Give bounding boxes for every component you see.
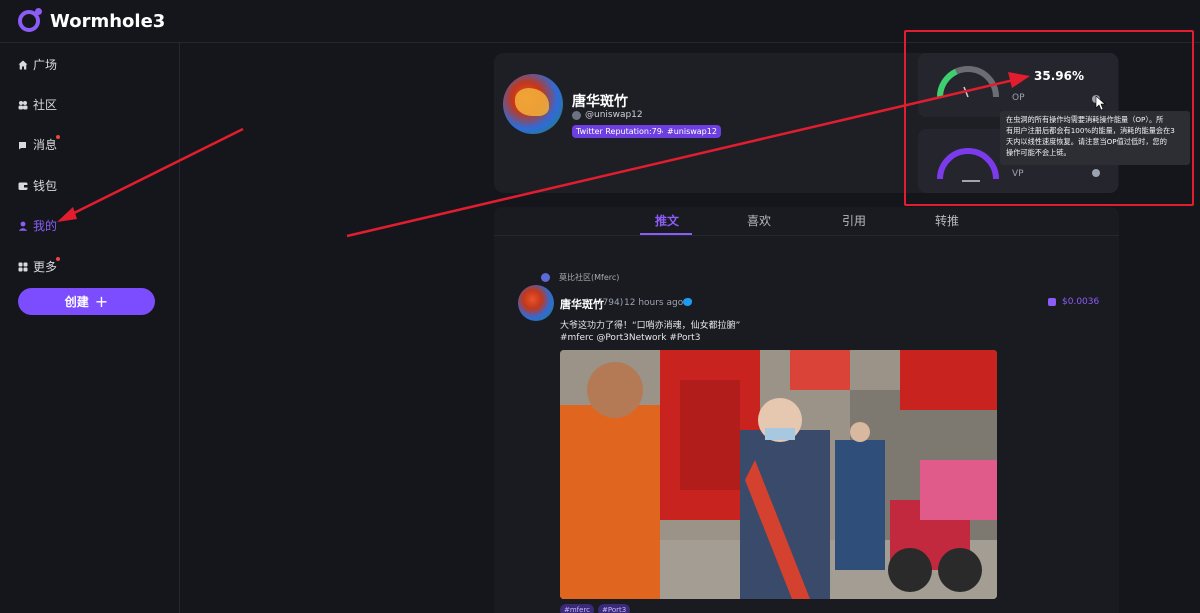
- reward-value: $0.0036: [1062, 297, 1100, 307]
- tabs-divider: [494, 235, 1119, 236]
- community-icon: [541, 273, 550, 282]
- post-time: 12 hours ago: [624, 298, 684, 308]
- sidebar-item-community[interactable]: 社区: [18, 96, 57, 113]
- create-button-label: 创建: [64, 295, 89, 309]
- street-photo: [560, 350, 997, 599]
- sidebar-item-label: 广场: [33, 58, 58, 72]
- post-text-line: 大爷这功力了得！“口哨亦消魂，仙女都拉腑”: [560, 321, 741, 331]
- create-button[interactable]: 创建 +: [18, 288, 155, 315]
- sidebar-item-label: 钱包: [33, 179, 58, 193]
- tab-tweets[interactable]: 推文: [655, 212, 679, 229]
- profile-handle: @uniswap12: [572, 110, 643, 120]
- profile-name: 唐华斑竹: [572, 94, 628, 110]
- sidebar-item-messages[interactable]: 消息: [18, 135, 60, 153]
- reputation-tag[interactable]: Twitter Reputation:794: [572, 125, 671, 138]
- annotation-box: [904, 30, 1194, 206]
- sidebar-item-wallet[interactable]: 钱包: [18, 177, 57, 194]
- user-icon: [18, 221, 28, 231]
- tab-retweets[interactable]: 转推: [935, 212, 959, 229]
- plus-icon: +: [94, 292, 109, 311]
- post-author[interactable]: 唐华斑竹: [560, 296, 604, 312]
- sidebar-item-label: 更多: [33, 260, 58, 274]
- twitter-icon: [572, 110, 581, 120]
- post-avatar[interactable]: [518, 285, 554, 321]
- wallet-icon: [18, 182, 28, 190]
- post-tag[interactable]: #Port3: [598, 604, 631, 613]
- sidebar-item-me[interactable]: 我的: [18, 217, 57, 234]
- sidebar-item-plaza[interactable]: 广场: [18, 56, 57, 73]
- community-icon: [18, 100, 28, 109]
- sidebar: 广场 社区 消息 钱包 我的 更多 创建 +: [0, 43, 180, 613]
- notification-dot: [56, 135, 60, 139]
- post-reputation: (794): [599, 298, 624, 308]
- post-image[interactable]: [560, 350, 997, 599]
- handle-tag[interactable]: #uniswap12: [663, 125, 721, 138]
- sidebar-item-label: 社区: [33, 98, 58, 112]
- twitter-icon[interactable]: [683, 298, 692, 306]
- post-hashtags[interactable]: #mferc @Port3Network #Port3: [560, 332, 740, 344]
- logo-icon: [18, 8, 42, 32]
- app-logo[interactable]: Wormhole3: [18, 8, 166, 32]
- avatar[interactable]: [503, 74, 563, 134]
- home-icon: [18, 60, 28, 69]
- sidebar-item-label: 消息: [33, 138, 58, 152]
- post-reward: $0.0036: [1048, 297, 1099, 307]
- post-tag[interactable]: #mferc: [560, 604, 595, 613]
- handle-text: @uniswap12: [585, 110, 643, 120]
- tab-likes[interactable]: 喜欢: [747, 212, 771, 229]
- community-name: 莫比社区(Mferc): [559, 273, 620, 282]
- sidebar-item-more[interactable]: 更多: [18, 257, 60, 275]
- sidebar-item-label: 我的: [33, 219, 58, 233]
- grid-icon: [18, 262, 28, 271]
- message-icon: [19, 141, 26, 149]
- app-title: Wormhole3: [50, 10, 166, 32]
- post-text: 大爷这功力了得！“口哨亦消魂，仙女都拉腑” #mferc @Port3Netwo…: [560, 320, 740, 344]
- coin-icon: [1048, 298, 1056, 306]
- notification-dot: [56, 257, 60, 261]
- tab-quotes[interactable]: 引用: [842, 212, 866, 229]
- post-community[interactable]: 莫比社区(Mferc): [541, 272, 619, 283]
